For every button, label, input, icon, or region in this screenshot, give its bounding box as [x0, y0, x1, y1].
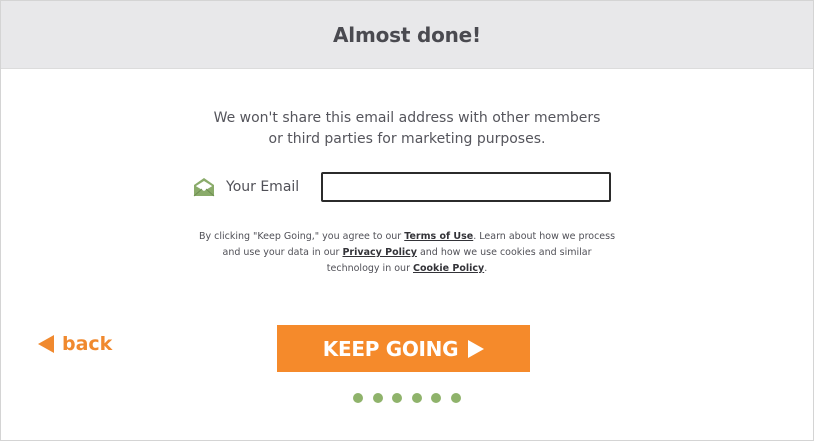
legal-line-2: and use your data in our Privacy Policy …: [1, 245, 813, 261]
progress-dot: [353, 393, 363, 403]
email-field[interactable]: [321, 172, 611, 202]
keep-going-label: KEEP GOING: [322, 336, 459, 361]
legal-text: By clicking "Keep Going," you agree to o…: [198, 231, 405, 242]
keep-going-button[interactable]: KEEP GOING: [277, 325, 530, 372]
legal-text: technology in our: [326, 263, 413, 274]
legal-text: . Learn about how we process: [473, 231, 616, 242]
legal-line-1: By clicking "Keep Going," you agree to o…: [1, 229, 813, 245]
terms-of-use-link[interactable]: Terms of Use: [404, 231, 473, 242]
legal-text: and how we use cookies and similar: [416, 247, 592, 258]
email-row: Your Email: [192, 171, 319, 203]
privacy-note-line-1: We won't share this email address with o…: [213, 110, 601, 126]
page-title: Almost done!: [333, 22, 481, 47]
legal-text: .: [484, 263, 488, 274]
legal-notice: By clicking "Keep Going," you agree to o…: [1, 229, 813, 277]
progress-dot: [372, 393, 383, 403]
back-arrow-icon: [38, 335, 54, 353]
privacy-note: We won't share this email address with o…: [1, 108, 813, 150]
back-label: back: [62, 333, 113, 355]
dialog-header: Almost done!: [1, 1, 813, 69]
progress-dot: [392, 393, 403, 403]
progress-dot: [450, 393, 461, 403]
cookie-policy-link[interactable]: Cookie Policy: [413, 263, 484, 274]
play-arrow-icon: [468, 339, 485, 358]
privacy-note-line-2: or third parties for marketing purposes.: [268, 131, 546, 147]
envelope-icon: [192, 176, 216, 198]
privacy-policy-link[interactable]: Privacy Policy: [342, 247, 416, 258]
progress-dot: [431, 393, 442, 403]
back-button[interactable]: back: [38, 333, 112, 355]
progress-dots: [353, 393, 471, 403]
email-label: Your Email: [226, 179, 300, 195]
progress-dot: [411, 393, 422, 403]
legal-line-3: technology in our Cookie Policy.: [1, 261, 813, 277]
signup-dialog: Almost done! We won't share this email a…: [0, 0, 814, 441]
legal-text: and use your data in our: [222, 247, 343, 258]
